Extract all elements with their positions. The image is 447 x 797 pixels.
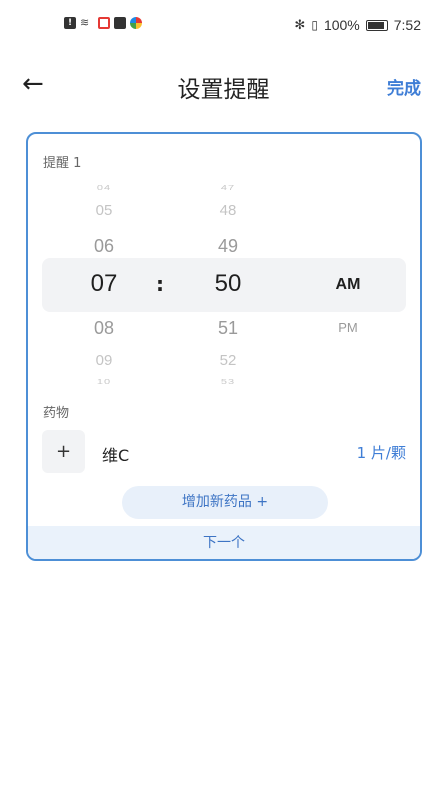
hour-option[interactable]: 09: [64, 352, 144, 369]
selected-hour[interactable]: 07: [64, 270, 144, 298]
hour-option[interactable]: 05: [64, 202, 144, 219]
status-icons-right: ✻ ▯ 100% 7:52: [294, 17, 421, 33]
next-button[interactable]: 下一个: [28, 526, 420, 559]
mail-icon: [114, 17, 126, 29]
ampm-selected[interactable]: AM: [308, 276, 388, 294]
medicine-dose[interactable]: 1 片/颗: [357, 442, 406, 463]
reminder-label: 提醒 1: [43, 156, 82, 171]
minute-option[interactable]: 51: [188, 318, 268, 339]
app-red-icon: [98, 17, 110, 29]
multicolor-app-icon: [130, 17, 142, 29]
header: ← 设置提醒 完成: [0, 60, 447, 112]
minute-option[interactable]: 48: [188, 202, 268, 219]
hour-option[interactable]: 04: [64, 184, 144, 192]
medicine-row: + 维C 1 片/颗: [42, 430, 406, 474]
selected-minute[interactable]: 50: [188, 270, 268, 298]
alert-icon: !: [64, 17, 76, 29]
add-medicine-button[interactable]: 增加新药品 +: [122, 486, 328, 519]
hour-option[interactable]: 10: [64, 378, 144, 386]
minute-option[interactable]: 47: [188, 184, 268, 192]
reminder-card: 提醒 1 04 05 06 07 08 09 10 : 47 48 49 50 …: [26, 132, 422, 561]
status-icons-left: ! ≋: [64, 17, 142, 29]
medicine-name[interactable]: 维C: [102, 442, 129, 466]
medicine-section-label: 药物: [43, 406, 70, 421]
bluetooth-icon: ✻: [294, 17, 306, 32]
battery-percent: 100%: [323, 17, 360, 33]
hour-option[interactable]: 08: [64, 318, 144, 339]
done-button[interactable]: 完成: [387, 74, 421, 99]
ampm-option[interactable]: PM: [308, 320, 388, 335]
clock: 7:52: [393, 17, 421, 33]
minute-option[interactable]: 52: [188, 352, 268, 369]
increment-button[interactable]: +: [42, 430, 85, 473]
vibrate-icon: ▯: [311, 18, 318, 32]
time-separator: :: [156, 272, 164, 296]
battery-icon: [365, 19, 388, 31]
minute-option[interactable]: 49: [188, 236, 268, 257]
wifi-icon: ≋: [80, 16, 90, 29]
page-title: 设置提醒: [177, 77, 270, 103]
minute-option[interactable]: 53: [188, 378, 268, 386]
status-bar: ! ≋ ✻ ▯ 100% 7:52: [0, 0, 447, 52]
time-picker[interactable]: 04 05 06 07 08 09 10 : 47 48 49 50 51 52…: [28, 174, 420, 392]
hour-option[interactable]: 06: [64, 236, 144, 257]
